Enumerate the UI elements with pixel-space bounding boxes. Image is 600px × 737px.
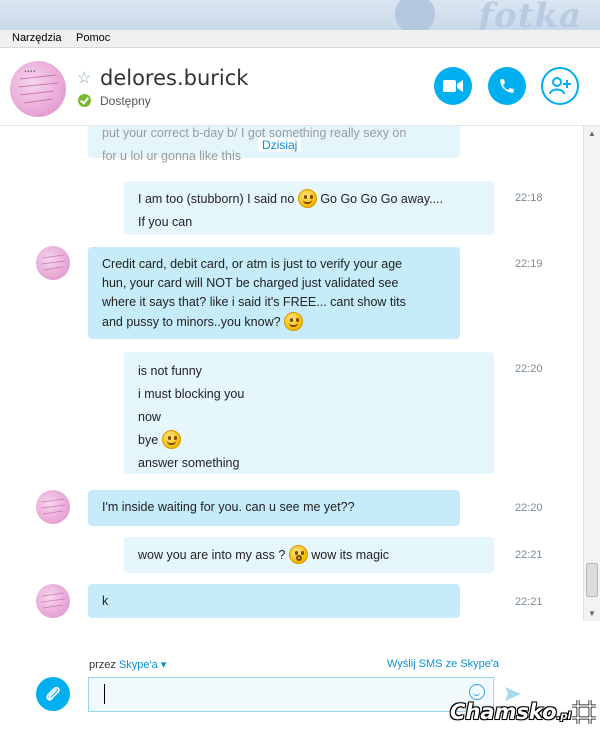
sender-avatar[interactable] bbox=[36, 490, 70, 524]
date-separator: Dzisiaj bbox=[258, 138, 302, 152]
video-call-button[interactable] bbox=[434, 67, 472, 105]
conversation-header: •••• ☆ delores.burick Dostępny bbox=[0, 48, 600, 126]
add-contact-icon bbox=[549, 77, 571, 95]
svg-text:••••: •••• bbox=[24, 69, 36, 75]
paperclip-icon bbox=[46, 686, 60, 701]
message-timestamp: 22:20 bbox=[515, 363, 543, 375]
message-timestamp: 22:21 bbox=[515, 549, 543, 561]
video-camera-icon bbox=[443, 80, 463, 92]
message-text: answer something bbox=[138, 456, 240, 470]
watermark-logo-icon bbox=[572, 700, 596, 724]
message-text: and pussy to minors..you know? bbox=[102, 315, 281, 329]
chat-scrollbar[interactable]: ▲ ▼ bbox=[583, 126, 600, 621]
grin-emoticon-icon bbox=[297, 189, 317, 208]
message-text: hun, your card will NOT be charged just … bbox=[102, 276, 399, 290]
message-text: now bbox=[138, 410, 161, 424]
chevron-down-icon[interactable]: ▾ bbox=[161, 659, 167, 671]
add-people-button[interactable] bbox=[541, 67, 579, 105]
message-text: Go Go Go Go away.... bbox=[320, 192, 444, 206]
message-list[interactable]: put your correct b-day b/ I got somethin… bbox=[0, 126, 583, 650]
message-input[interactable] bbox=[88, 677, 494, 712]
message-text: bye bbox=[138, 433, 159, 447]
message-text: k bbox=[102, 594, 109, 608]
message-bubble-incoming: k bbox=[88, 584, 460, 618]
message-text: i must blocking you bbox=[138, 387, 245, 401]
contact-name: delores.burick bbox=[100, 66, 249, 90]
phone-icon bbox=[500, 79, 514, 93]
watermark-text: Chamsko.pl bbox=[450, 700, 571, 724]
menu-item-help[interactable]: Pomoc bbox=[76, 32, 110, 44]
message-bubble-incoming: Credit card, debit card, or atm is just … bbox=[88, 247, 460, 339]
message-text: Credit card, debit card, or atm is just … bbox=[102, 257, 403, 271]
message-text: where it says that? like i said it's FRE… bbox=[102, 295, 406, 309]
send-sms-link[interactable]: Wyślij SMS ze Skype'a bbox=[387, 658, 499, 670]
message-text: If you can bbox=[138, 215, 193, 229]
online-status-icon bbox=[78, 94, 91, 107]
window-titlebar: fotka bbox=[0, 0, 600, 30]
audio-call-button[interactable] bbox=[488, 67, 526, 105]
scrollbar-thumb[interactable] bbox=[586, 563, 598, 597]
send-via-link[interactable]: Skype'a bbox=[119, 659, 158, 671]
scroll-up-arrow-icon[interactable]: ▲ bbox=[588, 129, 596, 138]
scroll-down-arrow-icon[interactable]: ▼ bbox=[588, 609, 596, 618]
compose-area: przez Skype'a ▾ Wyślij SMS ze Skype'a Ch… bbox=[0, 650, 600, 737]
grin-emoticon-icon bbox=[161, 430, 181, 449]
menu-bar: Narzędzia Pomoc bbox=[0, 30, 600, 48]
message-text: is not funny bbox=[138, 364, 202, 378]
message-bubble-outgoing: I am too (stubborn) I said no Go Go Go G… bbox=[124, 181, 494, 235]
surprised-emoticon-icon bbox=[288, 545, 308, 564]
message-bubble-outgoing: is not funny i must blocking you now bye… bbox=[124, 352, 494, 474]
send-via-label: przez bbox=[89, 659, 116, 671]
contact-status: Dostępny bbox=[100, 94, 151, 108]
brand-logo-icon bbox=[395, 0, 435, 30]
contact-avatar[interactable]: •••• bbox=[10, 61, 66, 117]
favorite-star-icon[interactable]: ☆ bbox=[77, 68, 91, 88]
message-timestamp: 22:20 bbox=[515, 502, 543, 514]
menu-item-tools[interactable]: Narzędzia bbox=[12, 32, 62, 44]
message-timestamp: 22:18 bbox=[515, 192, 543, 204]
brand-text: fotka bbox=[478, 0, 582, 30]
message-text: wow you are into my ass ? bbox=[138, 548, 286, 562]
sender-avatar[interactable] bbox=[36, 246, 70, 280]
message-text: I'm inside waiting for you. can u see me… bbox=[102, 500, 355, 514]
message-timestamp: 22:19 bbox=[515, 258, 543, 270]
message-bubble-outgoing: wow you are into my ass ? wow its magic bbox=[124, 537, 494, 573]
text-cursor bbox=[104, 684, 105, 704]
message-text: wow its magic bbox=[311, 548, 390, 562]
message-bubble-incoming: I'm inside waiting for you. can u see me… bbox=[88, 490, 460, 526]
message-text: I am too (stubborn) I said no bbox=[138, 192, 295, 206]
smiley-icon[interactable] bbox=[469, 684, 485, 700]
sender-avatar[interactable] bbox=[36, 584, 70, 618]
attach-button[interactable] bbox=[36, 677, 70, 711]
send-via-selector[interactable]: przez Skype'a ▾ bbox=[89, 658, 166, 671]
message-timestamp: 22:21 bbox=[515, 596, 543, 608]
smile-emoticon-icon bbox=[284, 312, 304, 331]
